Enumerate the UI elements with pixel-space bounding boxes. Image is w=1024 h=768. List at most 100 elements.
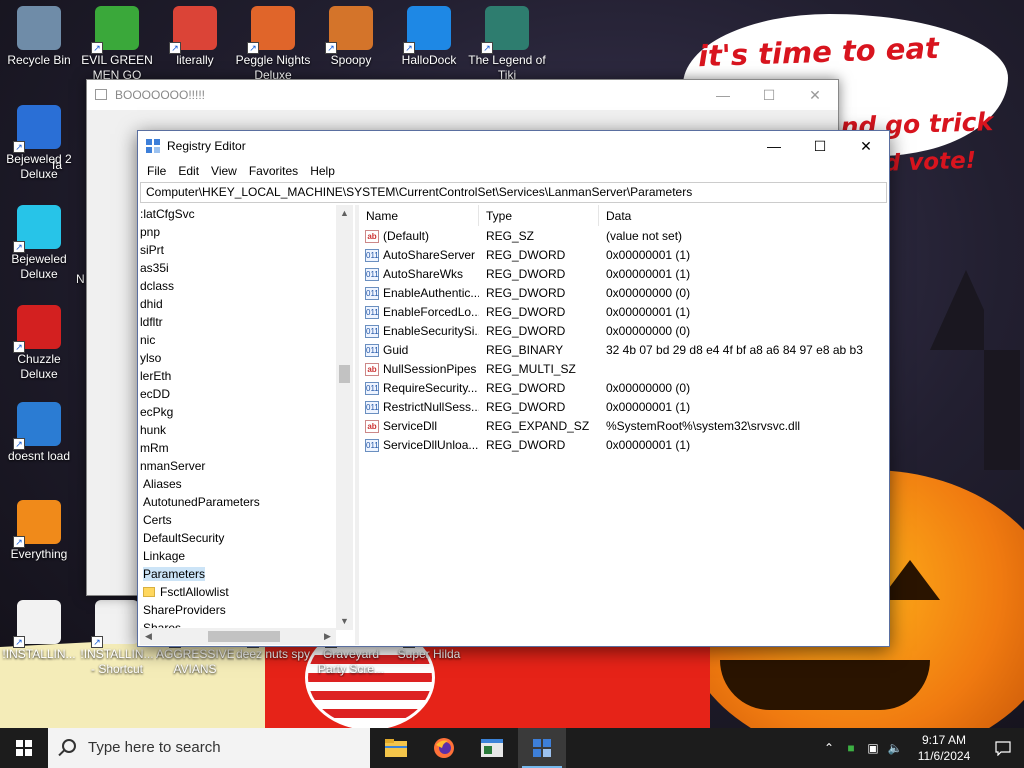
scroll-right-arrow-icon[interactable]: ▶	[319, 628, 336, 645]
regedit-titlebar[interactable]: Registry Editor — ☐ ✕	[138, 131, 889, 161]
tree-vertical-scrollbar[interactable]: ▲ ▼	[336, 205, 353, 630]
close-button[interactable]: ✕	[843, 131, 889, 161]
tree-item[interactable]: Parameters	[140, 565, 353, 583]
boo-titlebar[interactable]: BOOOOOOO!!!!! — ☐ ✕	[87, 80, 838, 110]
registry-value-row[interactable]: 011 RequireSecurity... REG_DWORD 0x00000000…	[359, 379, 887, 398]
registry-value-row[interactable]: ab (Default) REG_SZ (value not set)	[359, 227, 887, 246]
desktop-icon-evil-green-men-go[interactable]: ↗ EVIL GREEN MEN GO	[78, 6, 156, 83]
desktop-icon-recycle-bin[interactable]: Recycle Bin	[0, 6, 78, 68]
close-button[interactable]: ✕	[792, 80, 838, 110]
tree-item[interactable]: nmanServer	[140, 457, 353, 475]
registry-value-row[interactable]: ab ServiceDll REG_EXPAND_SZ %SystemRoot%\sy…	[359, 417, 887, 436]
menu-favorites[interactable]: Favorites	[243, 161, 304, 181]
tree-item[interactable]: as35i	[140, 259, 353, 277]
registry-value-row[interactable]: 011 AutoShareServer REG_DWORD 0x00000001 (1…	[359, 246, 887, 265]
taskbar-file-explorer[interactable]	[372, 728, 420, 768]
address-bar[interactable]: Computer\HKEY_LOCAL_MACHINE\SYSTEM\Curre…	[140, 182, 887, 203]
tree-item[interactable]: hunk	[140, 421, 353, 439]
value-type: REG_DWORD	[486, 381, 566, 395]
registry-value-row[interactable]: 011 EnableAuthentic... REG_DWORD 0x00000000…	[359, 284, 887, 303]
value-name-cell: ab ServiceDll	[359, 417, 479, 436]
tree-item[interactable]: Certs	[140, 511, 353, 529]
tree-item[interactable]: lerEth	[140, 367, 353, 385]
desktop-icon-legend-of-tiki[interactable]: ↗ The Legend of Tiki	[468, 6, 546, 83]
value-type: REG_DWORD	[486, 400, 566, 414]
tree-item[interactable]: dclass	[140, 277, 353, 295]
desktop-icon-doesnt-load[interactable]: ↗ doesnt load	[0, 402, 78, 464]
desktop-icon-bejeweled[interactable]: ↗ Bejeweled Deluxe	[0, 205, 78, 282]
registry-editor-icon	[146, 139, 160, 153]
volume-icon[interactable]: 🔈	[884, 741, 906, 755]
desktop-icon-literally[interactable]: ↗ literally	[156, 6, 234, 68]
taskbar-search-box[interactable]: Type here to search	[48, 728, 370, 768]
tree-item[interactable]: :latCfgSvc	[140, 205, 353, 223]
tree-item[interactable]: pnp	[140, 223, 353, 241]
desktop-icon-peggle-nights[interactable]: ↗ Peggle Nights Deluxe	[234, 6, 312, 83]
tree-item[interactable]: siPrt	[140, 241, 353, 259]
registry-value-row[interactable]: 011 AutoShareWks REG_DWORD 0x00000001 (1)	[359, 265, 887, 284]
value-name: (Default)	[383, 229, 430, 243]
clock[interactable]: 9:17 AM 11/6/2024	[906, 732, 982, 764]
registry-value-row[interactable]: 011 RestrictNullSess... REG_DWORD 0x0000000…	[359, 398, 887, 417]
menu-help[interactable]: Help	[304, 161, 341, 181]
tree-item[interactable]: ldfltr	[140, 313, 353, 331]
menu-edit[interactable]: Edit	[172, 161, 205, 181]
scroll-left-arrow-icon[interactable]: ◀	[140, 628, 157, 645]
value-type: REG_SZ	[486, 229, 535, 243]
network-icon[interactable]: ▣	[862, 741, 884, 755]
shortcut-arrow-icon: ↗	[13, 141, 25, 153]
registry-value-row[interactable]: 011 ServiceDllUnloa... REG_DWORD 0x00000001…	[359, 436, 887, 455]
taskbar-firefox[interactable]	[420, 728, 468, 768]
taskbar-registry-editor[interactable]	[518, 728, 566, 768]
tree-item[interactable]: ShareProviders	[140, 601, 353, 619]
column-header-type[interactable]: Type	[479, 205, 599, 226]
desktop-icon-label: HalloDock	[401, 53, 457, 67]
tree-item[interactable]: AutotunedParameters	[140, 493, 353, 511]
scroll-thumb[interactable]	[339, 365, 350, 383]
tray-app-icon[interactable]: ■	[840, 741, 862, 755]
tree-item[interactable]: nic	[140, 331, 353, 349]
registry-value-row[interactable]: 011 EnableSecuritySi... REG_DWORD 0x0000000…	[359, 322, 887, 341]
value-type: REG_DWORD	[486, 248, 566, 262]
registry-editor-window[interactable]: Registry Editor — ☐ ✕ File Edit View Fav…	[137, 130, 890, 647]
scroll-up-arrow-icon[interactable]: ▲	[336, 205, 353, 222]
minimize-button[interactable]: —	[700, 80, 746, 110]
column-header-data[interactable]: Data	[599, 205, 887, 226]
tree-item[interactable]: Aliases	[140, 475, 353, 493]
minimize-button[interactable]: —	[751, 131, 797, 161]
tree-item[interactable]: DefaultSecurity	[140, 529, 353, 547]
value-name-cell: 011 Guid	[359, 341, 479, 360]
key-tree-pane[interactable]: :latCfgSvc pnp siPrt as35i dclass dhid ldfltr n…	[140, 205, 353, 645]
binary-value-icon: 011	[365, 382, 379, 395]
menu-view[interactable]: View	[205, 161, 243, 181]
desktop-icon-chuzzle[interactable]: ↗ Chuzzle Deluxe	[0, 305, 78, 382]
notification-center-button[interactable]	[982, 728, 1024, 768]
taskbar-app-window[interactable]	[468, 728, 516, 768]
desktop-icon-hallodock[interactable]: ↗ HalloDock	[390, 6, 468, 68]
tree-item[interactable]: ecDD	[140, 385, 353, 403]
tree-horizontal-scrollbar[interactable]: ◀ ▶	[140, 628, 336, 645]
maximize-button[interactable]: ☐	[797, 131, 843, 161]
scroll-down-arrow-icon[interactable]: ▼	[336, 613, 353, 630]
tree-item[interactable]: ecPkg	[140, 403, 353, 421]
column-header-name[interactable]: Name	[359, 205, 479, 226]
scroll-thumb[interactable]	[208, 631, 280, 642]
chevron-up-icon[interactable]: ⌃	[818, 741, 840, 755]
registry-value-row[interactable]: 011 Guid REG_BINARY 32 4b 07 bd 29 d8 e4 4f…	[359, 341, 887, 360]
maximize-button[interactable]: ☐	[746, 80, 792, 110]
tree-item-label: ShareProviders	[143, 603, 226, 617]
desktop-icon-installing-file[interactable]: ↗ !INSTALLIN...	[0, 600, 78, 662]
tree-item[interactable]: mRm	[140, 439, 353, 457]
value-data	[599, 360, 887, 379]
registry-value-row[interactable]: ab NullSessionPipes REG_MULTI_SZ	[359, 360, 887, 379]
tree-item[interactable]: dhid	[140, 295, 353, 313]
values-list-pane[interactable]: Name Type Data ab (Default) REG_SZ (value n…	[359, 205, 887, 645]
registry-value-row[interactable]: 011 EnableForcedLo... REG_DWORD 0x00000001 …	[359, 303, 887, 322]
desktop-icon-spoopy[interactable]: ↗ Spoopy	[312, 6, 390, 68]
menu-file[interactable]: File	[141, 161, 172, 181]
tree-item[interactable]: Linkage	[140, 547, 353, 565]
tree-item[interactable]: ylso	[140, 349, 353, 367]
tree-item[interactable]: FsctlAllowlist	[140, 583, 353, 601]
start-button[interactable]	[0, 728, 48, 768]
desktop-icon-everything[interactable]: ↗ Everything	[0, 500, 78, 562]
